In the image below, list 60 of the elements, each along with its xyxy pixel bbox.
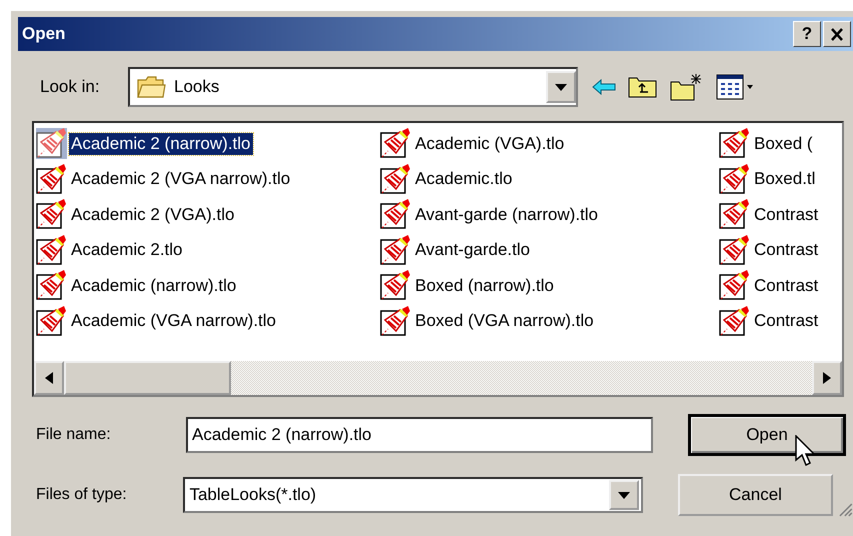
file-icon — [719, 306, 750, 337]
file-name[interactable]: Boxed (VGA narrow).tlo — [413, 310, 596, 332]
cancel-button[interactable]: Cancel — [678, 474, 834, 516]
file-icon — [719, 270, 750, 302]
close-icon — [830, 28, 844, 40]
open-button[interactable]: Open — [688, 414, 846, 456]
look-in-label: Look in: — [40, 77, 101, 97]
up-folder-icon[interactable] — [628, 75, 658, 99]
file-name[interactable]: Academic.tlo — [413, 168, 514, 190]
file-icon — [36, 164, 67, 195]
file-name[interactable]: Academic (narrow).tlo — [69, 274, 238, 297]
scroll-left-button[interactable] — [34, 361, 64, 395]
left-arrow-icon — [45, 372, 53, 384]
help-button[interactable]: ? — [793, 21, 821, 47]
file-type-label: Files of type: — [36, 486, 128, 504]
file-icon — [36, 199, 67, 230]
file-name[interactable]: Boxed (narrow).tlo — [413, 274, 556, 297]
back-arrow-icon[interactable] — [592, 79, 616, 95]
file-icon — [719, 128, 750, 160]
file-name[interactable]: Academic (VGA).tlo — [413, 132, 566, 155]
file-icon — [36, 270, 67, 302]
file-name[interactable]: Academic 2 (narrow).tlo — [69, 132, 253, 155]
window-title: Open — [22, 24, 66, 44]
look-in-dropdown[interactable]: Looks — [128, 67, 578, 107]
file-icon — [380, 234, 411, 266]
view-menu-icon[interactable] — [716, 74, 754, 100]
file-icon — [380, 128, 411, 160]
file-name[interactable]: Academic 2 (VGA).tlo — [69, 204, 236, 226]
file-icon — [719, 164, 750, 195]
file-icon — [380, 199, 411, 230]
file-name-field[interactable]: Academic 2 (narrow).tlo — [186, 417, 653, 453]
new-folder-icon[interactable] — [670, 73, 704, 101]
file-icon — [719, 199, 750, 230]
horizontal-scrollbar[interactable] — [34, 361, 842, 395]
file-icon — [380, 164, 411, 195]
file-name[interactable]: Contrast — [752, 274, 820, 297]
file-icon — [36, 306, 67, 337]
file-name[interactable]: Boxed.tl — [752, 168, 818, 190]
resize-grip-icon — [837, 501, 853, 517]
close-button[interactable] — [823, 21, 851, 47]
file-name[interactable]: Contrast — [752, 310, 820, 332]
mouse-pointer-icon — [795, 435, 817, 469]
file-name[interactable]: Academic (VGA narrow).tlo — [69, 310, 278, 332]
file-name[interactable]: Avant-garde.tlo — [413, 239, 532, 262]
file-name[interactable]: Boxed ( — [752, 132, 815, 155]
file-icon — [380, 270, 411, 302]
right-arrow-icon — [823, 372, 831, 384]
folder-icon — [136, 75, 166, 99]
file-icon — [36, 128, 67, 160]
file-icon — [36, 234, 67, 266]
file-name[interactable]: Contrast — [752, 239, 820, 262]
scroll-right-button[interactable] — [812, 361, 842, 395]
file-name[interactable]: Academic 2.tlo — [69, 239, 184, 262]
file-name-label: File name: — [36, 426, 112, 444]
file-type-dropdown[interactable]: TableLooks(*.tlo) — [183, 477, 643, 513]
file-name[interactable]: Contrast — [752, 204, 820, 226]
file-name[interactable]: Academic 2 (VGA narrow).tlo — [69, 168, 292, 190]
file-icon — [719, 234, 750, 266]
file-icon — [380, 306, 411, 337]
file-name[interactable]: Avant-garde (narrow).tlo — [413, 204, 600, 226]
